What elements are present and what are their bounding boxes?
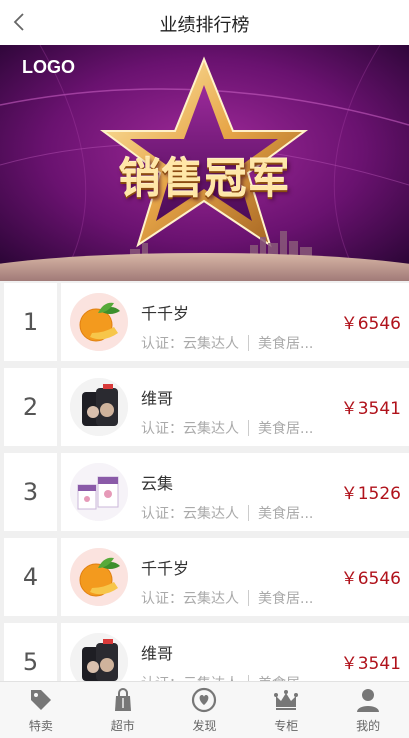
sales-amount: ￥3541 [340,399,401,419]
seller-name: 云集 [141,474,174,493]
page-title: 业绩排行榜 [159,15,250,36]
product-avatar [70,293,128,351]
ranking-card[interactable]: 千千岁 认证：云集达人 美食居... ￥6546 [61,538,409,616]
product-avatar [70,463,128,521]
ranking-row[interactable]: 3 云集 认证：云集达人 美食居... ￥1526 [0,453,409,531]
top-nav-bar: 业绩排行榜 [0,0,409,46]
user-icon [357,689,380,712]
tab-counter[interactable]: 专柜 [245,682,327,738]
boxes-image [70,463,128,521]
cert-tag: 美食居... [258,421,314,437]
cert-label: 认证：云集达人 [141,591,239,607]
sales-amount: ￥6546 [340,569,401,589]
rank-number: 4 [4,538,57,616]
seller-name: 千千岁 [141,559,190,578]
product-avatar [70,378,128,436]
tab-supermarket[interactable]: 超市 [82,682,164,738]
cert-tag: 美食居... [258,336,314,352]
divider [248,420,249,436]
cert-label: 认证：云集达人 [141,421,239,437]
tab-mine[interactable]: 我的 [327,682,409,738]
certification: 认证：云集达人 美食居... [141,588,313,608]
heart-circle-icon [192,687,217,713]
seller-name: 维哥 [141,389,174,408]
sales-amount: ￥6546 [340,314,401,334]
divider [248,335,249,351]
sales-amount: ￥1526 [340,484,401,504]
divider [248,505,249,521]
cert-tag: 美食居... [258,591,314,607]
tab-discover[interactable]: 发现 [164,682,246,738]
rank-number: 1 [4,283,57,361]
ranking-card[interactable]: 千千岁 认证：云集达人 美食居... ￥6546 [61,283,409,361]
tab-label: 特卖 [28,719,53,733]
orange-image [70,548,128,606]
bottles-image [70,378,128,436]
cert-tag: 美食居... [258,506,314,522]
shopping-bag-icon [114,688,131,711]
ranking-row[interactable]: 2 维哥 认证：云集达人 美食居... ￥3541 [0,368,409,446]
ranking-row[interactable]: 4 千千岁 认证：云集达人 美食居... ￥6546 [0,538,409,616]
ranking-card[interactable]: 云集 认证：云集达人 美食居... ￥1526 [61,453,409,531]
certification: 认证：云集达人 美食居... [141,418,313,438]
cert-label: 认证：云集达人 [141,506,239,522]
sales-amount: ￥3541 [340,654,401,674]
orange-image [70,293,128,351]
certification: 认证：云集达人 美食居... [141,503,313,523]
product-avatar [70,548,128,606]
cert-label: 认证：云集达人 [141,336,239,352]
divider [248,590,249,606]
rank-number: 2 [4,368,57,446]
tab-label: 专柜 [274,719,299,733]
tab-label: 我的 [356,719,381,733]
banner-logo: LOGO [22,57,75,77]
certification: 认证：云集达人 美食居... [141,333,313,353]
crown-icon [274,690,299,710]
sales-champion-banner: LOGO 销售冠军 [0,45,409,281]
tab-label: 超市 [110,719,135,733]
ranking-row[interactable]: 1 千千岁 认证：云集达人 美食居... ￥6546 [0,283,409,361]
banner-headline: 销售冠军 [118,154,291,203]
tag-icon [30,690,51,710]
ranking-card[interactable]: 维哥 认证：云集达人 美食居... ￥3541 [61,368,409,446]
seller-name: 维哥 [141,644,174,663]
bottom-tab-bar: 特卖 超市 发现 专柜 我的 [0,681,409,738]
tab-label: 发现 [192,719,217,733]
rank-number: 3 [4,453,57,531]
seller-name: 千千岁 [141,304,190,323]
tab-special-sale[interactable]: 特卖 [0,682,82,738]
